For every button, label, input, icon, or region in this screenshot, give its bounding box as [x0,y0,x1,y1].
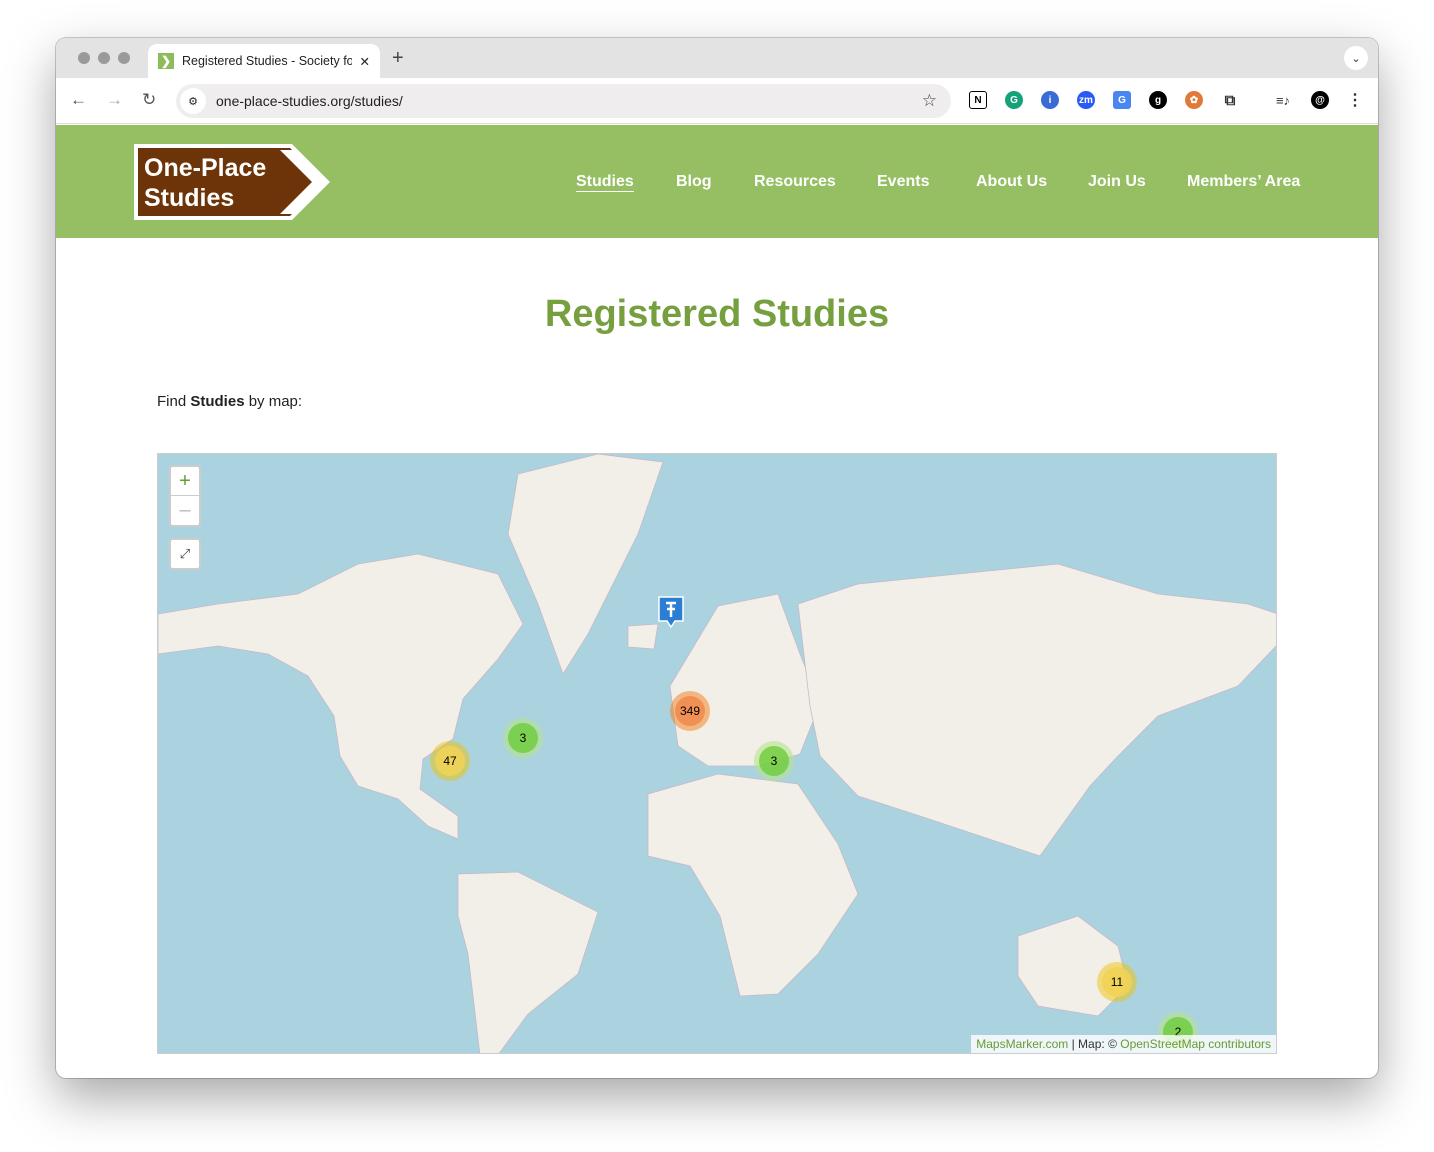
browser-menu-icon[interactable]: ⋮ [1346,91,1364,109]
map-pin-icon[interactable] [657,595,685,629]
extensions-puzzle-icon[interactable]: ⧉ [1221,91,1239,109]
forward-icon[interactable]: → [106,90,123,110]
grammarly-extension-icon[interactable]: G [1005,91,1023,109]
site-header: One-Place Studies Studies Blog Resources… [56,125,1378,238]
find-by-map-text: Find Studies by map: [157,393,302,410]
g-extension-icon[interactable]: g [1149,91,1167,109]
bookmark-star-icon[interactable]: ☆ [922,91,937,111]
nav-members-area[interactable]: Members’ Area [1187,173,1300,191]
password-extension-icon[interactable]: i [1041,91,1059,109]
url-text[interactable]: one-place-studies.org/studies/ [216,93,403,109]
zoom-out-button[interactable]: – [171,496,199,525]
cluster-marker[interactable]: 3 [503,718,543,758]
iceland-land [627,623,659,650]
notion-extension-icon[interactable]: N [969,91,987,109]
logo-line1: One-Place [144,154,266,182]
close-window-button[interactable] [78,52,90,64]
tab-title: Registered Studies - Society for One-Pla… [182,54,352,68]
site-settings-icon[interactable]: ⚙ [180,88,206,114]
zoom-control: + – [169,465,201,527]
browser-tab[interactable]: ❯ Registered Studies - Society for One-P… [148,44,380,78]
cluster-marker[interactable]: 3 [754,741,794,781]
find-suffix: by map: [244,393,303,410]
site-logo[interactable]: One-Place Studies [132,142,332,222]
spiral-extension-icon[interactable]: @ [1311,91,1329,109]
new-tab-button[interactable]: + [392,47,404,70]
nav-resources[interactable]: Resources [754,173,836,191]
map-attribution: MapsMarker.com | Map: © OpenStreetMap co… [971,1035,1276,1053]
studies-map[interactable]: + – ⤢ 349 47 3 3 11 2 MapsMarker.com | M… [157,453,1277,1054]
address-bar[interactable]: ⚙ one-place-studies.org/studies/ ☆ [176,84,951,118]
zoom-extension-icon[interactable]: zm [1077,91,1095,109]
media-control-icon[interactable]: ≡♪ [1274,91,1292,109]
nav-studies[interactable]: Studies [576,173,634,191]
mapsmarker-link[interactable]: MapsMarker.com [976,1037,1068,1051]
logo-line2: Studies [144,184,234,212]
tab-bar: ❯ Registered Studies - Society for One-P… [56,38,1378,78]
north-america-land [158,553,524,840]
page-title: Registered Studies [544,293,890,335]
favicon-icon: ❯ [158,53,174,69]
fullscreen-icon[interactable]: ⤢ [169,538,201,570]
tab-search-button[interactable]: ⌄ [1344,46,1368,70]
europe-land [669,593,821,767]
cluster-marker[interactable]: 47 [430,741,470,781]
reload-icon[interactable]: ↻ [142,90,156,110]
close-tab-icon[interactable]: ✕ [360,54,370,69]
browser-window: ❯ Registered Studies - Society for One-P… [56,38,1378,1078]
zoom-in-button[interactable]: + [171,467,199,496]
find-prefix: Find [157,393,191,410]
asia-land [797,563,1276,857]
translate-extension-icon[interactable]: G [1113,91,1131,109]
attribution-separator: | Map: © [1068,1037,1121,1051]
nav-join-us[interactable]: Join Us [1088,173,1146,191]
find-bold: Studies [190,393,245,410]
south-america-land [457,871,599,1053]
back-icon[interactable]: ← [70,90,87,110]
africa-land [647,773,859,997]
cluster-marker[interactable]: 11 [1097,962,1137,1002]
nav-blog[interactable]: Blog [676,173,712,191]
nav-events[interactable]: Events [877,173,929,191]
maximize-window-button[interactable] [118,52,130,64]
browser-toolbar: ← → ↻ ⚙ one-place-studies.org/studies/ ☆… [56,78,1378,124]
fruit-extension-icon[interactable]: ✿ [1185,91,1203,109]
nav-about-us[interactable]: About Us [976,173,1047,191]
osm-link[interactable]: OpenStreetMap contributors [1120,1037,1271,1051]
minimize-window-button[interactable] [98,52,110,64]
cluster-marker[interactable]: 349 [670,691,710,731]
